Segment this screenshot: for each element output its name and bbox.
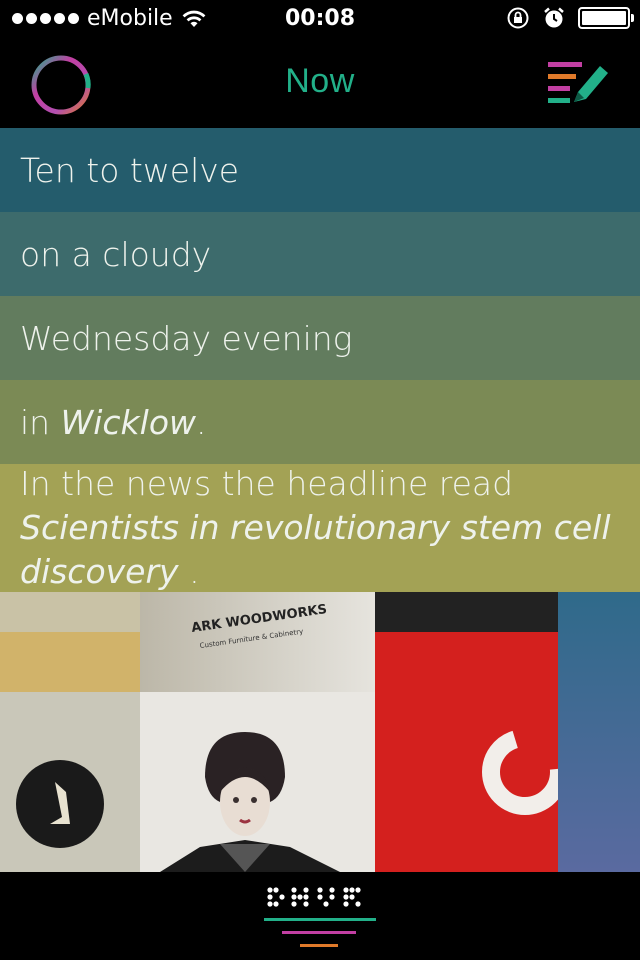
story-line-location[interactable]: in Wicklow.	[0, 380, 640, 464]
story-list: Ten to twelve on a cloudy Wednesday even…	[0, 128, 640, 592]
rotation-lock-icon	[507, 7, 529, 29]
bottom-bar	[0, 872, 640, 960]
story-line-time[interactable]: Ten to twelve	[0, 128, 640, 212]
page-title: Now	[285, 62, 355, 100]
story-text: Ten to twelve	[20, 150, 240, 190]
story-line-day[interactable]: Wednesday evening	[0, 296, 640, 380]
status-icons	[506, 6, 634, 30]
status-bar: eMobile 00:08	[0, 0, 640, 40]
news-text-block: In the news the headline read Scientists…	[20, 462, 620, 594]
location-name: Wicklow	[60, 402, 196, 442]
story-text: Wednesday evening	[20, 318, 353, 358]
story-line-news[interactable]: In the news the headline read Scientists…	[0, 464, 640, 592]
story-text-prefix: In the news the headline read	[20, 464, 514, 503]
alarm-clock-icon	[544, 7, 564, 28]
story-text-prefix: in	[20, 402, 51, 442]
battery-icon	[578, 7, 634, 29]
save-braille-icon[interactable]	[262, 884, 378, 950]
photo[interactable]: ARK WOODWORKS Custom Furniture & Cabinet…	[0, 592, 640, 872]
story-text: on a cloudy	[20, 234, 212, 274]
story-line-weather[interactable]: on a cloudy	[0, 212, 640, 296]
nav-bar: Now	[0, 40, 640, 128]
story-text-suffix: .	[178, 552, 200, 591]
compose-list-icon[interactable]	[548, 58, 612, 108]
news-headline: Scientists in revolutionary stem cell di…	[20, 508, 611, 591]
story-text-suffix: .	[196, 402, 207, 442]
photo-image: ARK WOODWORKS Custom Furniture & Cabinet…	[0, 592, 640, 872]
